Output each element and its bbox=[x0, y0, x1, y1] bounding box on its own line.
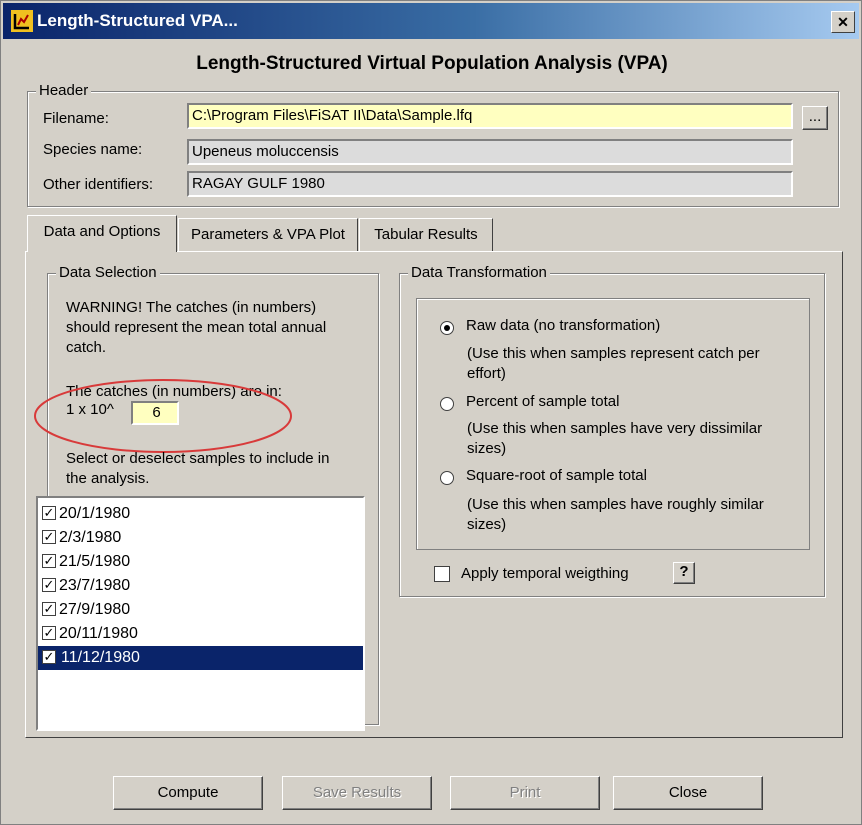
help-button[interactable]: ? bbox=[673, 562, 695, 584]
window-title: Length-Structured VPA... bbox=[37, 11, 238, 30]
percent-label[interactable]: Percent of sample total bbox=[466, 393, 619, 410]
select-instruction: Select or deselect samples to include in… bbox=[66, 450, 330, 487]
species-field[interactable]: Upeneus moluccensis bbox=[187, 139, 793, 165]
square-root-radio[interactable] bbox=[440, 471, 454, 485]
browse-button[interactable]: ... bbox=[802, 106, 828, 130]
checkbox[interactable]: ✓ bbox=[42, 577, 56, 592]
dialog-heading: Length-Structured Virtual Population Ana… bbox=[196, 53, 668, 74]
list-item[interactable]: ✓ 21/5/1980 bbox=[38, 550, 363, 574]
species-label: Species name: bbox=[43, 141, 143, 158]
annotation-circle bbox=[34, 379, 292, 453]
tab-data-and-options[interactable]: Data and Options bbox=[27, 215, 177, 252]
checkbox[interactable]: ✓ bbox=[42, 505, 56, 520]
data-transformation-legend: Data Transformation bbox=[408, 264, 550, 281]
checkbox[interactable]: ✓ bbox=[42, 649, 56, 664]
print-button[interactable]: Print bbox=[450, 776, 600, 810]
percent-radio[interactable] bbox=[440, 397, 454, 411]
temporal-weighting-label[interactable]: Apply temporal weigthing bbox=[461, 565, 629, 582]
filename-label: Filename: bbox=[43, 110, 109, 127]
raw-data-label[interactable]: Raw data (no transformation) bbox=[466, 317, 660, 334]
filename-field[interactable]: C:\Program Files\FiSAT II\Data\Sample.lf… bbox=[187, 103, 793, 129]
raw-data-hint: (Use this when samples represent catch p… bbox=[467, 345, 760, 382]
close-window-button[interactable]: ✕ bbox=[831, 11, 855, 33]
header-legend: Header bbox=[36, 82, 92, 99]
list-item[interactable]: ✓ 27/9/1980 bbox=[38, 598, 363, 622]
checkbox[interactable]: ✓ bbox=[42, 601, 56, 616]
square-root-hint: (Use this when samples have roughly simi… bbox=[467, 496, 764, 533]
tab-tabular-results[interactable]: Tabular Results bbox=[359, 218, 493, 251]
percent-hint: (Use this when samples have very dissimi… bbox=[467, 420, 763, 457]
list-item[interactable]: ✓ 2/3/1980 bbox=[38, 526, 363, 550]
close-icon: ✕ bbox=[837, 14, 849, 30]
close-button[interactable]: Close bbox=[613, 776, 763, 810]
compute-button[interactable]: Compute bbox=[113, 776, 263, 810]
checkbox[interactable]: ✓ bbox=[42, 625, 56, 640]
data-selection-legend: Data Selection bbox=[56, 264, 160, 281]
tab-parameters-vpa-plot[interactable]: Parameters & VPA Plot bbox=[178, 218, 358, 251]
other-identifiers-label: Other identifiers: bbox=[43, 176, 154, 193]
warning-text: WARNING! The catches (in numbers) should… bbox=[66, 299, 327, 356]
raw-data-radio[interactable] bbox=[440, 321, 454, 335]
checkbox[interactable]: ✓ bbox=[42, 553, 56, 568]
list-item[interactable]: ✓ 20/11/1980 bbox=[38, 622, 363, 646]
app-icon bbox=[11, 10, 33, 32]
vpa-window: Length-Structured VPA... ✕ Length-Struct… bbox=[0, 0, 862, 825]
list-item-selected[interactable]: ✓ 11/12/1980 bbox=[38, 646, 363, 670]
samples-list[interactable]: ✓ 20/1/1980 ✓ 2/3/1980 ✓ 21/5/1980 ✓ 23/7/19… bbox=[36, 496, 365, 731]
title-bar[interactable]: Length-Structured VPA... ✕ bbox=[3, 3, 859, 39]
list-item[interactable]: ✓ 23/7/1980 bbox=[38, 574, 363, 598]
checkbox[interactable]: ✓ bbox=[42, 529, 56, 544]
temporal-weighting-checkbox[interactable] bbox=[434, 566, 450, 582]
list-item[interactable]: ✓ 20/1/1980 bbox=[38, 502, 363, 526]
save-results-button[interactable]: Save Results bbox=[282, 776, 432, 810]
square-root-label[interactable]: Square-root of sample total bbox=[466, 467, 647, 484]
other-identifiers-field[interactable]: RAGAY GULF 1980 bbox=[187, 171, 793, 197]
